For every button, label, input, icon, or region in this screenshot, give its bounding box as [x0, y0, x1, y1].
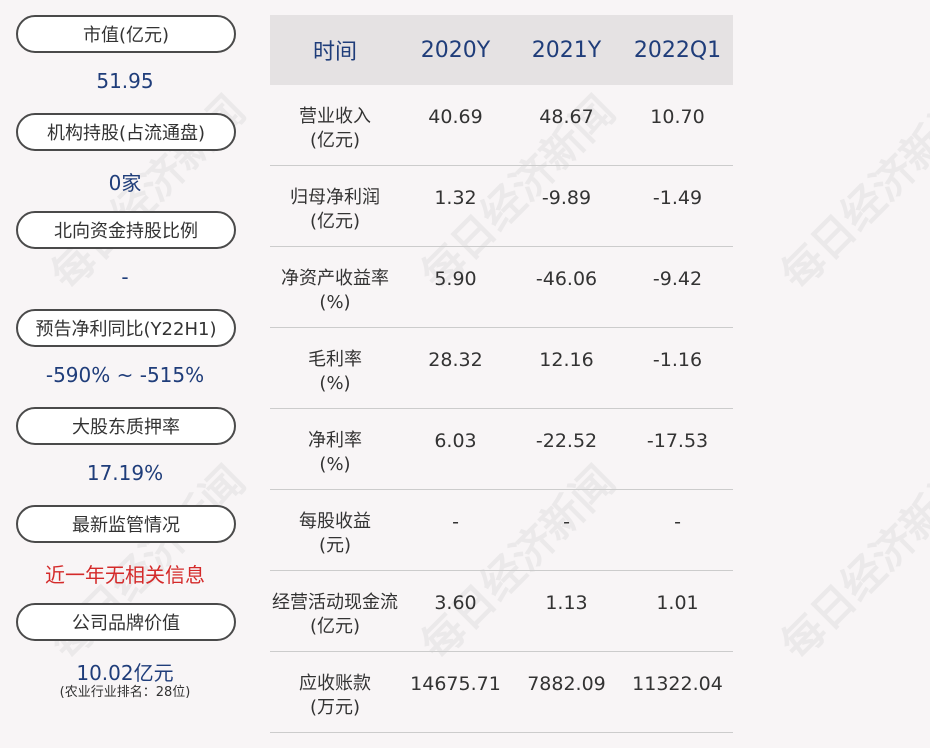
table-cell: 3.60: [434, 592, 477, 614]
row-label: 经营活动现金流 (亿元): [272, 592, 398, 637]
profit-forecast-value: -590% ~ -515%: [45, 363, 205, 387]
table-cell: 1.32: [434, 187, 477, 209]
watermark: 每日经济新闻: [771, 86, 930, 300]
table-cell: 10.70: [650, 106, 705, 128]
table-row: 归母净利润 (亿元) 1.32 -9.89 -1.49: [270, 166, 733, 247]
header-2020y: 2020Y: [420, 37, 491, 63]
table-cell: 28.32: [428, 349, 483, 371]
pledge-rate-label: 大股东质押率: [16, 407, 236, 445]
row-label: 每股收益 (元): [299, 511, 371, 556]
northbound-holding-label: 北向资金持股比例: [16, 211, 236, 249]
header-2022q1: 2022Q1: [633, 37, 722, 63]
table-cell: -22.52: [535, 430, 598, 452]
table-row: 每股收益 (元) - - -: [270, 490, 733, 571]
table-cell: 11322.04: [632, 673, 723, 695]
brand-value-label: 公司品牌价值: [16, 603, 236, 641]
table-cell: 40.69: [428, 106, 483, 128]
table-row: 毛利率 (%) 28.32 12.16 -1.16: [270, 328, 733, 409]
regulatory-status-value: 近一年无相关信息: [45, 563, 205, 587]
row-label: 应收账款 (万元): [299, 673, 371, 718]
table-cell: -: [452, 511, 459, 533]
table-cell: -17.53: [646, 430, 709, 452]
financial-table: 时间 2020Y 2021Y 2022Q1 营业收入 (亿元) 40.69 48.…: [270, 15, 733, 733]
table-cell: -9.42: [652, 268, 703, 290]
table-row: 营业收入 (亿元) 40.69 48.67 10.70: [270, 85, 733, 166]
brand-value-rank-note: (农业行业排名：28位): [59, 685, 191, 700]
northbound-holding-value: -: [121, 265, 129, 289]
table-row: 净资产收益率 (%) 5.90 -46.06 -9.42: [270, 247, 733, 328]
table-cell: 48.67: [539, 106, 594, 128]
table-header: 时间 2020Y 2021Y 2022Q1: [270, 15, 733, 85]
table-row: 净利率 (%) 6.03 -22.52 -17.53: [270, 409, 733, 490]
table-cell: 12.16: [539, 349, 594, 371]
table-cell: -1.49: [652, 187, 703, 209]
watermark: 每日经济新闻: [771, 456, 930, 670]
row-label: 营业收入 (亿元): [299, 106, 371, 151]
institutional-holding-value: 0家: [108, 171, 142, 195]
table-row: 应收账款 (万元) 14675.71 7882.09 11322.04: [270, 652, 733, 733]
table-cell: 1.13: [545, 592, 588, 614]
market-cap-value: 51.95: [96, 69, 154, 93]
header-period: 时间: [312, 40, 357, 65]
table-cell: 5.90: [434, 268, 477, 290]
table-cell: 1.01: [656, 592, 699, 614]
market-cap-label: 市值(亿元): [16, 15, 236, 53]
profit-forecast-label: 预告净利同比(Y22H1): [16, 309, 236, 347]
row-label: 净利率 (%): [308, 430, 362, 475]
table-cell: 6.03: [434, 430, 477, 452]
row-label: 净资产收益率 (%): [281, 268, 389, 313]
table-cell: 14675.71: [410, 673, 501, 695]
table-cell: 7882.09: [527, 673, 606, 695]
header-2021y: 2021Y: [531, 37, 602, 63]
table-cell: -: [563, 511, 570, 533]
table-cell: -1.16: [652, 349, 703, 371]
table-cell: -9.89: [541, 187, 592, 209]
table-row: 经营活动现金流 (亿元) 3.60 1.13 1.01: [270, 571, 733, 652]
pledge-rate-value: 17.19%: [86, 461, 164, 485]
table-cell: -46.06: [535, 268, 598, 290]
regulatory-status-label: 最新监管情况: [16, 505, 236, 543]
table-cell: -: [674, 511, 681, 533]
row-label: 毛利率 (%): [308, 349, 362, 394]
institutional-holding-label: 机构持股(占流通盘): [16, 113, 236, 151]
row-label: 归母净利润 (亿元): [290, 187, 380, 232]
